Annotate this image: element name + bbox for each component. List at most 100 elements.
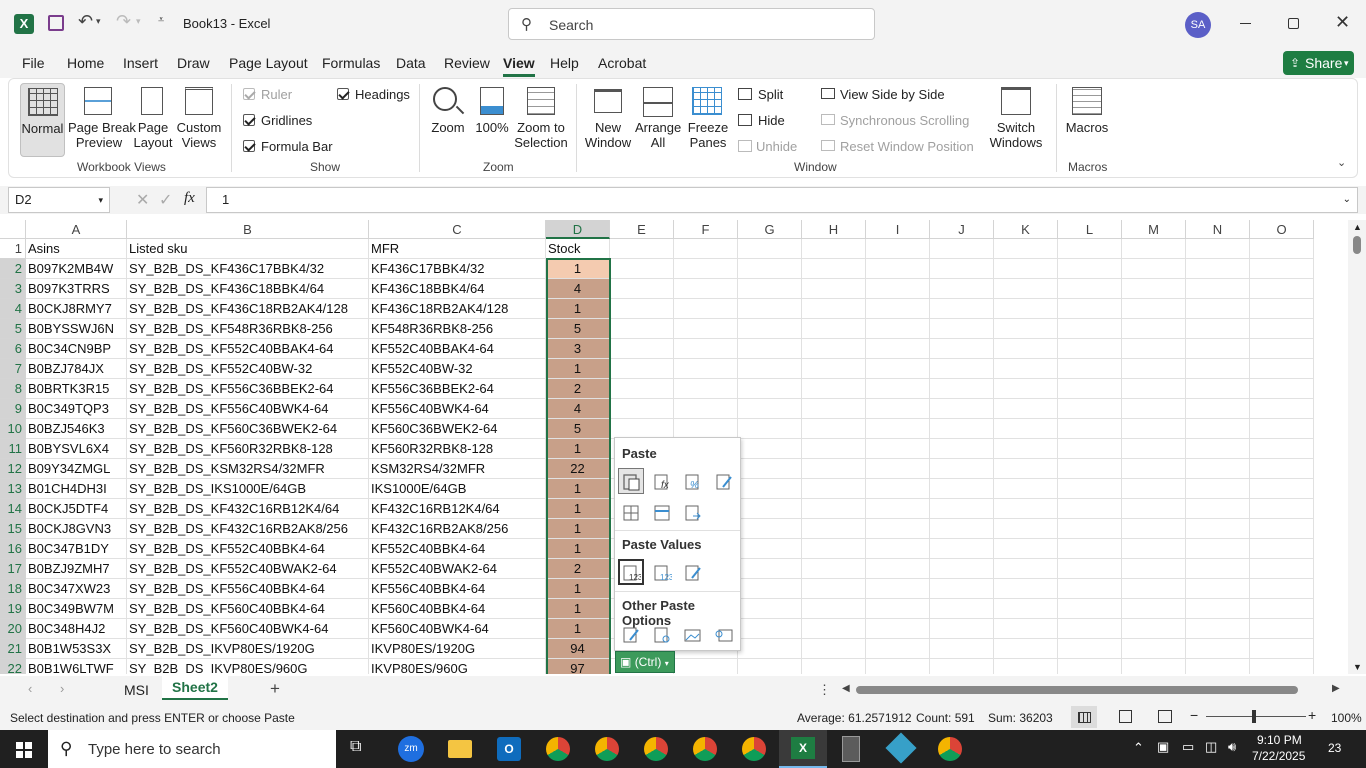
table-cell[interactable]: SY_B2B_DS_KF432C16RB12K4/64 [127,499,369,519]
empty-cell[interactable] [1058,539,1122,559]
empty-cell[interactable] [1186,399,1250,419]
empty-cell[interactable] [738,579,802,599]
empty-cell[interactable] [610,299,674,319]
formula-input[interactable]: 1 ⌄ [206,187,1358,213]
empty-cell[interactable] [866,419,930,439]
empty-cell[interactable] [1186,539,1250,559]
table-cell[interactable]: SY_B2B_DS_KF560C40BWK4-64 [127,619,369,639]
sheet-tab-msi[interactable]: MSI [124,682,149,698]
empty-cell[interactable] [866,439,930,459]
empty-cell[interactable] [930,379,994,399]
empty-cell[interactable] [1250,299,1314,319]
new-window-button[interactable]: New Window [584,83,632,157]
paste-icon[interactable] [618,468,644,494]
empty-cell[interactable] [1122,519,1186,539]
empty-cell[interactable] [1058,359,1122,379]
horizontal-scroll-thumb[interactable] [856,686,1298,694]
empty-cell[interactable] [1058,259,1122,279]
empty-cell[interactable] [930,259,994,279]
empty-cell[interactable] [1250,339,1314,359]
empty-cell[interactable] [930,499,994,519]
zoom-in-icon[interactable]: + [1308,707,1316,723]
empty-cell[interactable] [1186,379,1250,399]
page-layout-status-icon[interactable] [1119,710,1132,723]
empty-cell[interactable] [994,599,1058,619]
empty-cell[interactable] [1186,619,1250,639]
empty-cell[interactable] [1250,379,1314,399]
empty-cell[interactable] [1122,239,1186,259]
empty-cell[interactable] [1058,399,1122,419]
table-cell[interactable]: IKVP80ES/960G [369,659,546,674]
column-header[interactable]: M [1122,220,1186,239]
table-cell[interactable]: KF436C17BBK4/32 [369,259,546,279]
row-header[interactable]: 17 [0,559,26,579]
tab-home[interactable]: Home [67,55,104,71]
column-header[interactable]: F [674,220,738,239]
empty-cell[interactable] [738,659,802,674]
cancel-icon[interactable]: ✕ [136,190,149,210]
empty-cell[interactable] [610,399,674,419]
empty-cell[interactable] [802,459,866,479]
empty-cell[interactable] [994,439,1058,459]
empty-cell[interactable] [738,559,802,579]
empty-cell[interactable] [738,519,802,539]
empty-cell[interactable] [1186,419,1250,439]
empty-cell[interactable] [1058,459,1122,479]
empty-cell[interactable] [994,379,1058,399]
scroll-down-icon[interactable]: ▼ [1353,662,1362,672]
empty-cell[interactable] [866,379,930,399]
name-box[interactable]: D2 ▾ [8,187,110,213]
empty-cell[interactable] [930,239,994,259]
view-side-by-side-button[interactable]: View Side by Side [821,87,945,102]
empty-cell[interactable] [1186,299,1250,319]
page-layout-view-button[interactable]: Page Layout [133,83,173,157]
paste-formulas-number-format-icon[interactable]: % [680,468,706,494]
empty-cell[interactable] [1250,479,1314,499]
table-cell[interactable]: B0BYSSWJ6N [26,319,127,339]
empty-cell[interactable] [1058,519,1122,539]
select-all-corner[interactable] [0,220,26,239]
empty-cell[interactable] [994,539,1058,559]
empty-cell[interactable] [930,459,994,479]
zoom-slider[interactable] [1206,716,1306,717]
table-cell[interactable]: B0C347B1DY [26,539,127,559]
paste-formulas-icon[interactable]: fx [649,468,675,494]
empty-cell[interactable] [738,419,802,439]
empty-cell[interactable] [802,599,866,619]
empty-cell[interactable] [738,639,802,659]
paste-values-icon[interactable]: 123 [618,559,644,585]
empty-cell[interactable] [1058,499,1122,519]
empty-cell[interactable] [994,639,1058,659]
share-button[interactable]: ⇪ Share ▾ [1283,51,1354,75]
table-cell[interactable]: SY_B2B_DS_KF552C40BW-32 [127,359,369,379]
empty-cell[interactable] [802,299,866,319]
outlook-icon[interactable]: O [497,737,521,761]
table-cell[interactable]: KF560C40BBK4-64 [369,599,546,619]
empty-cell[interactable] [1186,499,1250,519]
empty-cell[interactable] [866,579,930,599]
table-cell[interactable]: KF552C40BWAK2-64 [369,559,546,579]
empty-cell[interactable] [930,299,994,319]
empty-cell[interactable] [1186,579,1250,599]
switch-windows-button[interactable]: Switch Windows [985,83,1047,157]
empty-cell[interactable] [994,299,1058,319]
table-cell[interactable]: KF560R32RBK8-128 [369,439,546,459]
empty-cell[interactable] [1058,579,1122,599]
table-cell[interactable]: KF556C40BWK4-64 [369,399,546,419]
empty-cell[interactable] [738,399,802,419]
row-header[interactable]: 12 [0,459,26,479]
table-cell[interactable]: B0B1W53S3X [26,639,127,659]
excel-taskbar-icon[interactable]: X [779,730,827,768]
empty-cell[interactable] [1250,279,1314,299]
custom-views-button[interactable]: Custom Views [175,83,223,157]
ruler-checkbox[interactable]: Ruler [243,87,292,102]
row-header[interactable]: 11 [0,439,26,459]
customize-toolbar-icon[interactable]: ⩡ [158,14,164,27]
column-header[interactable]: B [127,220,369,239]
empty-cell[interactable] [930,599,994,619]
empty-cell[interactable] [738,239,802,259]
row-header[interactable]: 22 [0,659,26,674]
empty-cell[interactable] [738,439,802,459]
column-header[interactable]: J [930,220,994,239]
empty-cell[interactable] [866,539,930,559]
